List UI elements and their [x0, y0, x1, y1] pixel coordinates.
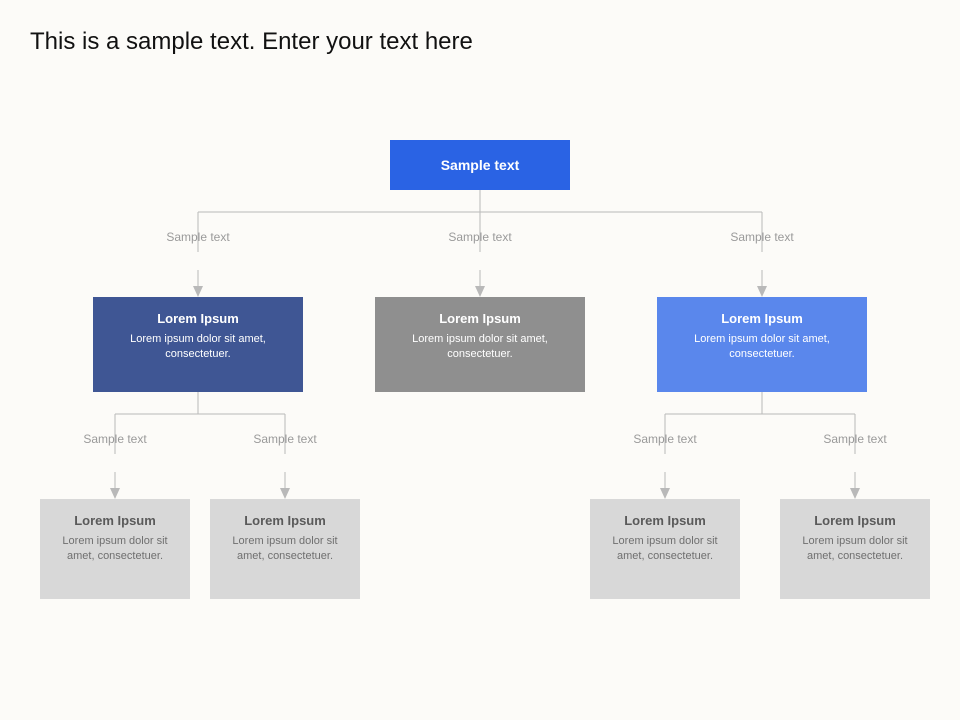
level2-body-3: Lorem ipsum dolor sit amet, consectetuer… [665, 332, 859, 362]
level3-title-4: Lorem Ipsum [788, 513, 922, 528]
level3-title-2: Lorem Ipsum [218, 513, 352, 528]
root-node: Sample text [390, 140, 570, 190]
root-label: Sample text [441, 157, 520, 173]
edge-label-3: Sample text [702, 230, 822, 244]
level2-title-3: Lorem Ipsum [665, 311, 859, 326]
level2-node-2: Lorem Ipsum Lorem ipsum dolor sit amet, … [375, 297, 585, 392]
level3-title-1: Lorem Ipsum [48, 513, 182, 528]
level3-body-3: Lorem ipsum dolor sit amet, consectetuer… [598, 534, 732, 564]
level3-node-1: Lorem Ipsum Lorem ipsum dolor sit amet, … [40, 499, 190, 599]
slide-title: This is a sample text. Enter your text h… [30, 28, 473, 56]
edge-label-5: Sample text [225, 432, 345, 446]
level2-body-2: Lorem ipsum dolor sit amet, consectetuer… [383, 332, 577, 362]
level3-node-4: Lorem Ipsum Lorem ipsum dolor sit amet, … [780, 499, 930, 599]
level2-node-3: Lorem Ipsum Lorem ipsum dolor sit amet, … [657, 297, 867, 392]
edge-label-7: Sample text [795, 432, 915, 446]
level3-body-1: Lorem ipsum dolor sit amet, consectetuer… [48, 534, 182, 564]
level3-body-2: Lorem ipsum dolor sit amet, consectetuer… [218, 534, 352, 564]
level2-node-1: Lorem Ipsum Lorem ipsum dolor sit amet, … [93, 297, 303, 392]
level3-body-4: Lorem ipsum dolor sit amet, consectetuer… [788, 534, 922, 564]
level3-node-2: Lorem Ipsum Lorem ipsum dolor sit amet, … [210, 499, 360, 599]
level3-node-3: Lorem Ipsum Lorem ipsum dolor sit amet, … [590, 499, 740, 599]
edge-label-4: Sample text [55, 432, 175, 446]
edge-label-1: Sample text [138, 230, 258, 244]
level3-title-3: Lorem Ipsum [598, 513, 732, 528]
level2-body-1: Lorem ipsum dolor sit amet, consectetuer… [101, 332, 295, 362]
edge-label-6: Sample text [605, 432, 725, 446]
edge-label-2: Sample text [420, 230, 540, 244]
level2-title-2: Lorem Ipsum [383, 311, 577, 326]
level2-title-1: Lorem Ipsum [101, 311, 295, 326]
